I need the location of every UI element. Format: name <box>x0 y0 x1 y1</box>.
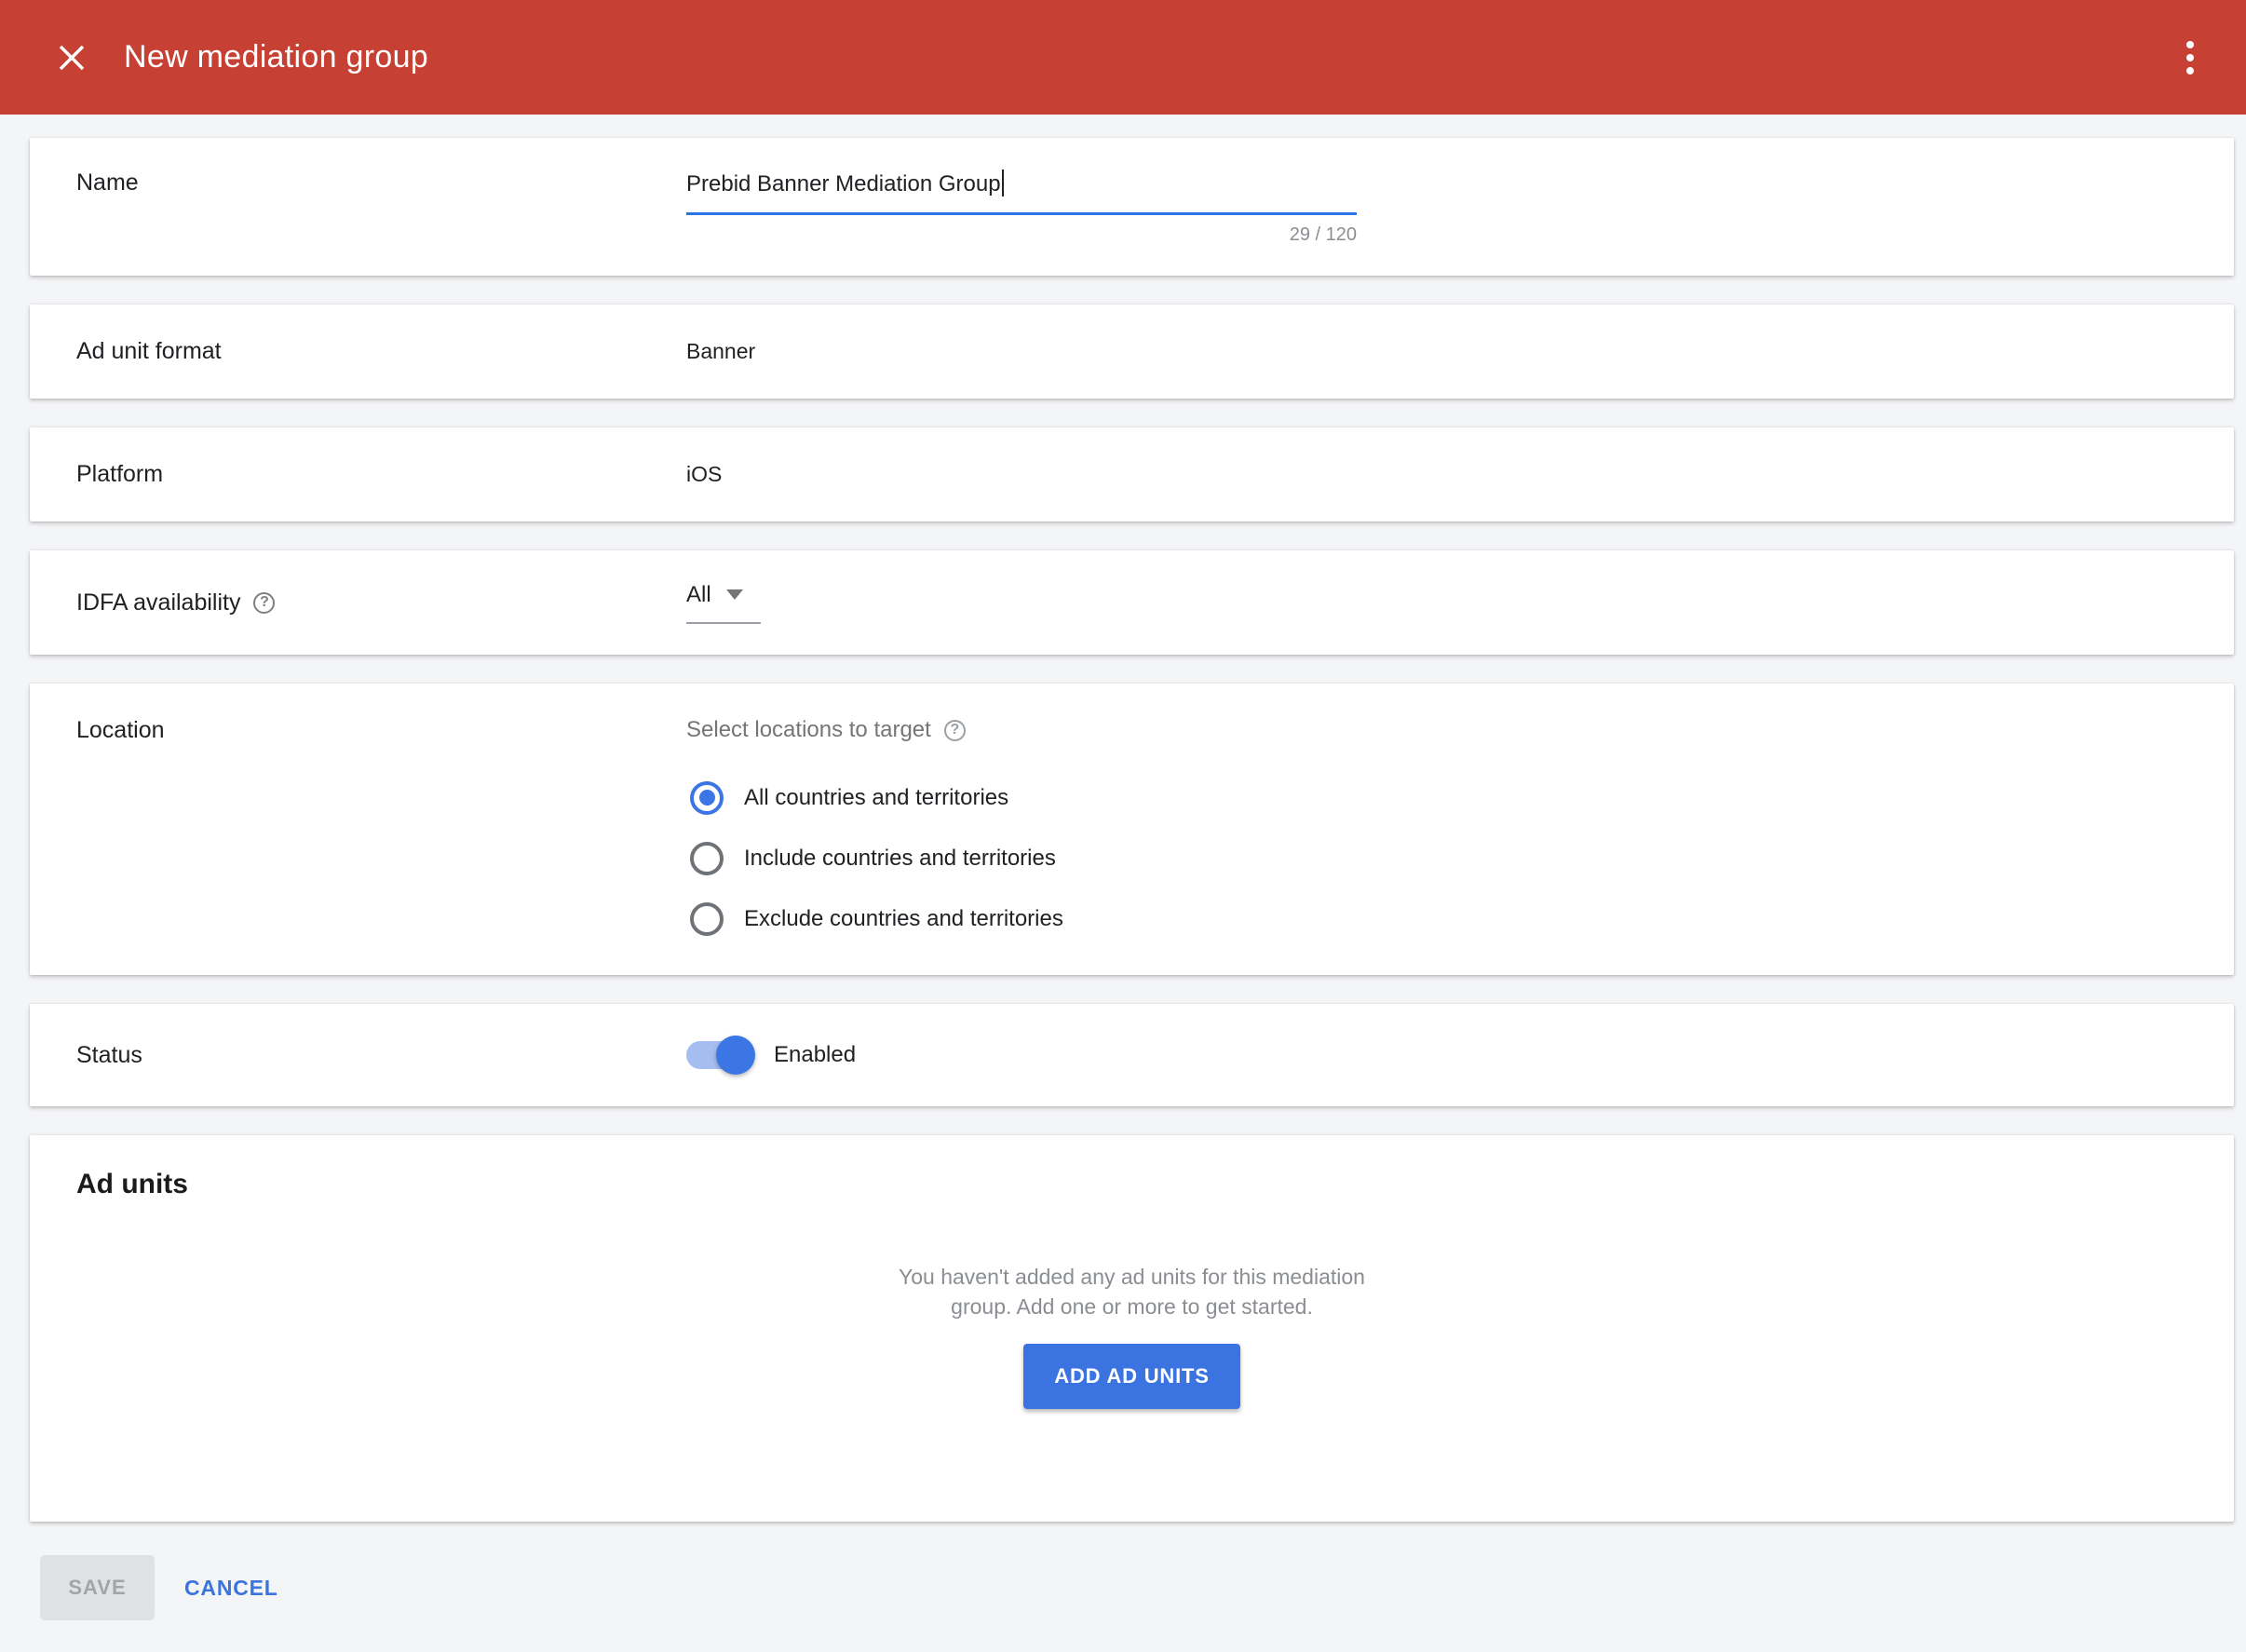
form-content: Name Prebid Banner Mediation Group 29 / … <box>0 115 2246 1620</box>
ad-unit-format-label: Ad unit format <box>76 338 686 365</box>
add-ad-units-button[interactable]: ADD AD UNITS <box>1023 1344 1239 1409</box>
radio-button-icon <box>690 781 724 815</box>
location-helper-text: Select locations to target <box>686 717 931 743</box>
idfa-dropdown[interactable]: All <box>686 582 761 624</box>
dropdown-caret-icon <box>726 589 743 600</box>
overflow-menu-icon[interactable] <box>2170 32 2211 84</box>
empty-state-line1: You haven't added any ad units for this … <box>30 1262 2234 1292</box>
radio-button-icon <box>690 842 724 875</box>
location-label: Location <box>76 717 686 744</box>
close-icon[interactable] <box>51 37 92 78</box>
radio-exclude-countries[interactable]: Exclude countries and territories <box>686 888 1063 949</box>
card-location: Location Select locations to target ? Al… <box>30 684 2234 975</box>
text-cursor <box>1002 169 1004 196</box>
card-ad-unit-format: Ad unit format Banner <box>30 305 2234 399</box>
idfa-label: IDFA availability <box>76 589 240 616</box>
status-label: Status <box>76 1042 686 1069</box>
radio-all-countries[interactable]: All countries and territories <box>686 767 1063 828</box>
radio-label: All countries and territories <box>744 785 1008 811</box>
radio-label: Exclude countries and territories <box>744 906 1063 932</box>
platform-value: iOS <box>686 462 722 487</box>
card-platform: Platform iOS <box>30 427 2234 521</box>
radio-include-countries[interactable]: Include countries and territories <box>686 828 1063 888</box>
page-title: New mediation group <box>124 39 428 75</box>
name-input-value: Prebid Banner Mediation Group <box>686 171 1001 196</box>
cancel-button[interactable]: CANCEL <box>184 1576 278 1601</box>
app-bar: New mediation group <box>0 0 2246 115</box>
empty-state-line2: group. Add one or more to get started. <box>30 1292 2234 1321</box>
card-name: Name Prebid Banner Mediation Group 29 / … <box>30 138 2234 276</box>
platform-label: Platform <box>76 461 686 488</box>
name-input[interactable]: Prebid Banner Mediation Group <box>686 169 1357 197</box>
name-label: Name <box>76 169 686 196</box>
ad-unit-format-value: Banner <box>686 339 755 364</box>
card-status: Status Enabled <box>30 1004 2234 1106</box>
save-button[interactable]: SAVE <box>40 1555 155 1620</box>
location-help-icon[interactable]: ? <box>944 720 966 741</box>
toggle-thumb <box>716 1036 755 1075</box>
radio-button-icon <box>690 902 724 936</box>
char-counter: 29 / 120 <box>686 224 1357 246</box>
radio-label: Include countries and territories <box>744 846 1056 872</box>
card-idfa-availability: IDFA availability ? All <box>30 550 2234 655</box>
status-toggle[interactable] <box>686 1041 753 1069</box>
ad-units-empty-state: You haven't added any ad units for this … <box>30 1262 2234 1409</box>
idfa-help-icon[interactable]: ? <box>253 592 275 614</box>
location-radio-group: All countries and territories Include co… <box>686 767 1063 949</box>
ad-units-heading: Ad units <box>76 1169 2234 1200</box>
name-input-underline <box>686 212 1357 215</box>
footer-actions: SAVE CANCEL <box>0 1555 2246 1620</box>
idfa-dropdown-value: All <box>686 582 711 608</box>
status-value: Enabled <box>774 1042 856 1068</box>
card-ad-units: Ad units You haven't added any ad units … <box>30 1135 2234 1522</box>
